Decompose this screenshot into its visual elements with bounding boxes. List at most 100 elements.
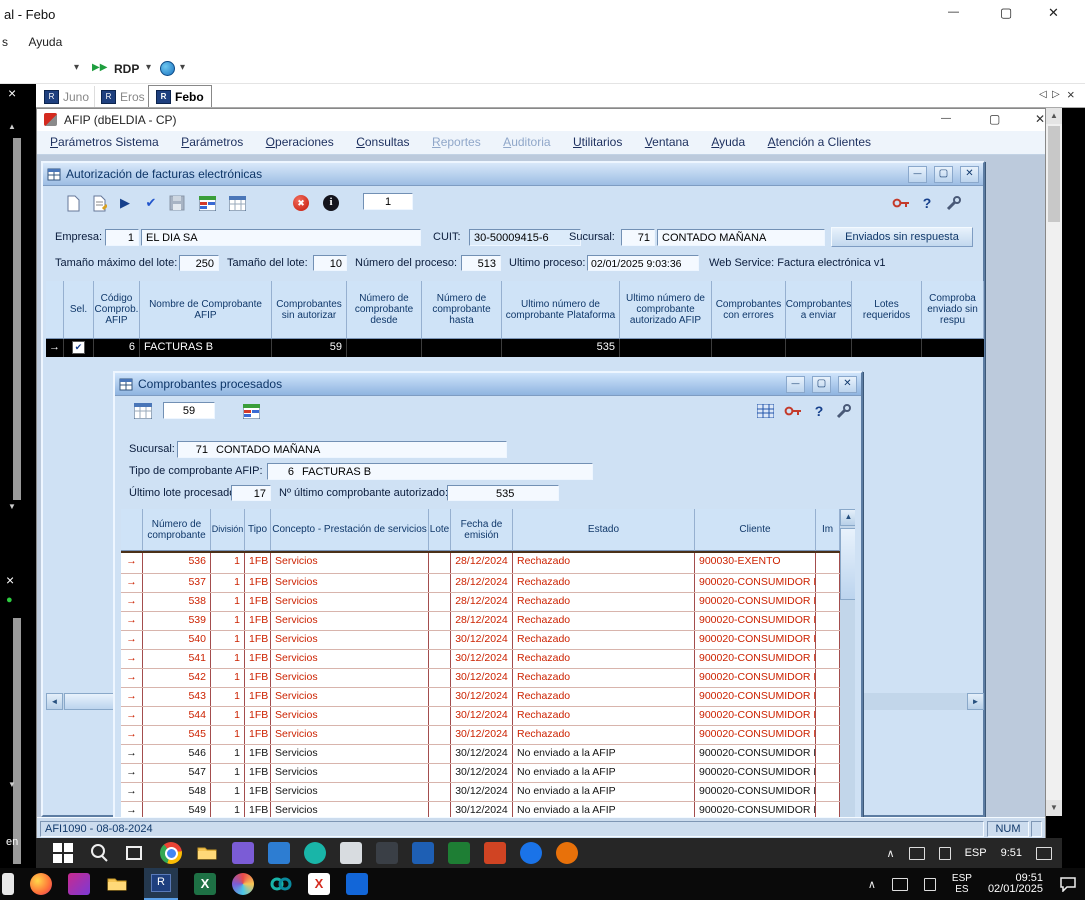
table-row[interactable]: → 540 1 1FB Servicios 30/12/2024 Rechaza… (121, 631, 840, 650)
menu-ayuda[interactable]: Ayuda (702, 131, 754, 154)
viewer-scroll-down[interactable]: ▼ (1046, 800, 1062, 816)
outer-maximize-button[interactable]: ▢ (1000, 5, 1012, 21)
column-header-a-enviar[interactable]: Comprobantes a enviar (786, 281, 852, 339)
rdp-button[interactable]: RDP (114, 62, 139, 76)
host-app-teal-icon[interactable] (270, 873, 292, 895)
column-header-lotes[interactable]: Lotes requeridos (852, 281, 922, 339)
taskbar-search-icon[interactable] (88, 842, 110, 864)
info-button[interactable]: i (319, 191, 343, 215)
outer-close-button[interactable]: ✕ (1048, 5, 1059, 21)
column-header-hasta[interactable]: Número de comprobante hasta (422, 281, 502, 339)
outer-window-titlebar[interactable]: al - Febo — ▢ ✕ (0, 0, 1085, 30)
table-row[interactable]: → 538 1 1FB Servicios 28/12/2024 Rechaza… (121, 593, 840, 612)
process-counter-field[interactable]: 1 (363, 193, 413, 210)
afip-restore-button[interactable]: ▢ (989, 112, 1000, 126)
table-row[interactable]: → 539 1 1FB Servicios 28/12/2024 Rechaza… (121, 612, 840, 631)
host-partial-icon[interactable] (2, 873, 14, 895)
dock-scroll-down-icon[interactable]: ▼ (8, 502, 16, 511)
auth-minimize-button[interactable]: — (908, 166, 927, 183)
lote-max-field[interactable]: 250 (179, 255, 219, 271)
menu-item-partial[interactable]: s (0, 30, 16, 55)
menu-parametros[interactable]: Parámetros (172, 131, 252, 154)
viewer-scroll-thumb[interactable] (1048, 126, 1060, 222)
column-header-codigo[interactable]: Código Comprob. AFIP (94, 281, 140, 339)
empresa-name-field[interactable]: EL DIA SA (141, 229, 421, 246)
enviados-sin-respuesta-button[interactable]: Enviados sin respuesta (831, 227, 973, 247)
table-row[interactable]: → 545 1 1FB Servicios 30/12/2024 Rechaza… (121, 726, 840, 745)
column-header-cliente[interactable]: Cliente (695, 509, 816, 551)
column-header-sin-autorizar[interactable]: Comprobantes sin autorizar (272, 281, 347, 339)
proc-maximize-button[interactable]: ▢ (812, 376, 831, 393)
sel-checkbox-cell[interactable]: ✔ (64, 339, 94, 357)
table-row[interactable]: → 546 1 1FB Servicios 30/12/2024 No envi… (121, 745, 840, 764)
proc-help-button[interactable]: ? (807, 399, 831, 423)
taskbar-app-purple-icon[interactable] (232, 842, 254, 864)
proc-grid-vscrollbar[interactable]: ▲ (840, 509, 855, 817)
globe-dropdown[interactable]: ▾ (180, 62, 185, 73)
column-header-lote[interactable]: Lote (429, 509, 451, 551)
column-header-errores[interactable]: Comprobantes con errores (712, 281, 786, 339)
column-header-division[interactable]: División (211, 509, 245, 551)
table-row[interactable]: → 549 1 1FB Servicios 30/12/2024 No envi… (121, 802, 840, 817)
table-row[interactable]: → 544 1 1FB Servicios 30/12/2024 Rechaza… (121, 707, 840, 726)
dock-scroll-up-icon[interactable]: ▲ (8, 122, 16, 131)
auth-maximize-button[interactable]: ▢ (934, 166, 953, 183)
dock-scrollbar-track2[interactable] (13, 618, 21, 864)
tab-nav-forward[interactable]: ▷ (1052, 89, 1060, 100)
dock-edge-label[interactable]: en (6, 836, 18, 848)
table-row[interactable]: → 537 1 1FB Servicios 28/12/2024 Rechaza… (121, 574, 840, 593)
taskbar-google-icon[interactable] (520, 842, 542, 864)
action-center-icon[interactable] (1036, 847, 1052, 860)
auth-titlebar[interactable]: Autorización de facturas electrónicas — … (43, 163, 983, 186)
table-row[interactable]: → 548 1 1FB Servicios 30/12/2024 No envi… (121, 783, 840, 802)
outer-minimize-button[interactable]: — (948, 6, 959, 18)
column-header-enviados[interactable]: Comproba enviado sin respu (922, 281, 984, 339)
taskbar-app-blue-icon[interactable] (412, 842, 434, 864)
column-header-concepto[interactable]: Concepto - Prestación de servicios (271, 509, 429, 551)
viewer-scroll-up[interactable]: ▲ (1046, 108, 1062, 124)
column-header-im[interactable]: Im (816, 509, 840, 551)
host-action-center-icon[interactable] (1059, 876, 1077, 892)
column-header-numero[interactable]: Número de comprobante (143, 509, 211, 551)
menu-utilitarios[interactable]: Utilitarios (564, 131, 631, 154)
host-clock[interactable]: 09:51 02/01/2025 (988, 873, 1043, 895)
tools-button[interactable] (941, 191, 965, 215)
run-process-button[interactable]: ▶ (113, 191, 137, 215)
sel-checkbox[interactable]: ✔ (72, 341, 85, 354)
proc-table-button[interactable] (753, 399, 777, 423)
column-header-sel[interactable]: Sel. (64, 281, 94, 339)
column-header-nombre[interactable]: Nombre de Comprobante AFIP (140, 281, 272, 339)
menu-ventana[interactable]: Ventana (636, 131, 698, 154)
new-record-button[interactable] (61, 191, 85, 215)
dock-close-icon[interactable]: × (8, 85, 16, 101)
sucursal-code-field[interactable]: 71 (621, 229, 655, 246)
tab-close-button[interactable]: × (1067, 87, 1075, 102)
confirm-button[interactable]: ✔ (139, 191, 163, 215)
save-button[interactable] (165, 191, 189, 215)
status-resize-grip[interactable] (1031, 821, 1042, 837)
afip-titlebar[interactable]: AFIP (dbELDIA - CP) — ▢ ✕ (37, 109, 1045, 131)
host-tray-volume-icon[interactable] (924, 878, 936, 891)
host-firefox-icon[interactable] (30, 873, 52, 895)
menu-atencion-clientes[interactable]: Atención a Clientes (759, 131, 880, 154)
taskbar-document-icon[interactable] (340, 842, 362, 864)
dock-close2-icon[interactable]: × (6, 572, 14, 588)
taskbar-start-button[interactable] (52, 842, 74, 864)
host-tray-keyboard-icon[interactable] (892, 878, 908, 891)
host-design-app-icon[interactable] (68, 873, 90, 895)
tab-juno[interactable]: R Juno (38, 86, 95, 107)
taskbar-app-dark-icon[interactable] (376, 842, 398, 864)
export-grid-button[interactable] (225, 191, 249, 215)
host-rdp-manager-button[interactable]: R (144, 868, 178, 900)
tray-language[interactable]: ESP (965, 847, 987, 859)
scroll-right-button[interactable]: ► (967, 693, 984, 710)
column-header-plataforma[interactable]: Ultimo número de comprobante Plataforma (502, 281, 620, 339)
viewer-vscrollbar[interactable]: ▲ ▼ (1046, 108, 1062, 816)
host-file-explorer-icon[interactable] (106, 873, 128, 895)
column-header-fecha[interactable]: Fecha de emisión (451, 509, 513, 551)
empresa-code-field[interactable]: 1 (105, 229, 139, 246)
taskbar-opera-icon[interactable] (556, 842, 578, 864)
properties-button[interactable] (87, 191, 111, 215)
proc-tools-button[interactable] (831, 399, 855, 423)
sucursal-name-field[interactable]: CONTADO MAÑANA (657, 229, 825, 246)
